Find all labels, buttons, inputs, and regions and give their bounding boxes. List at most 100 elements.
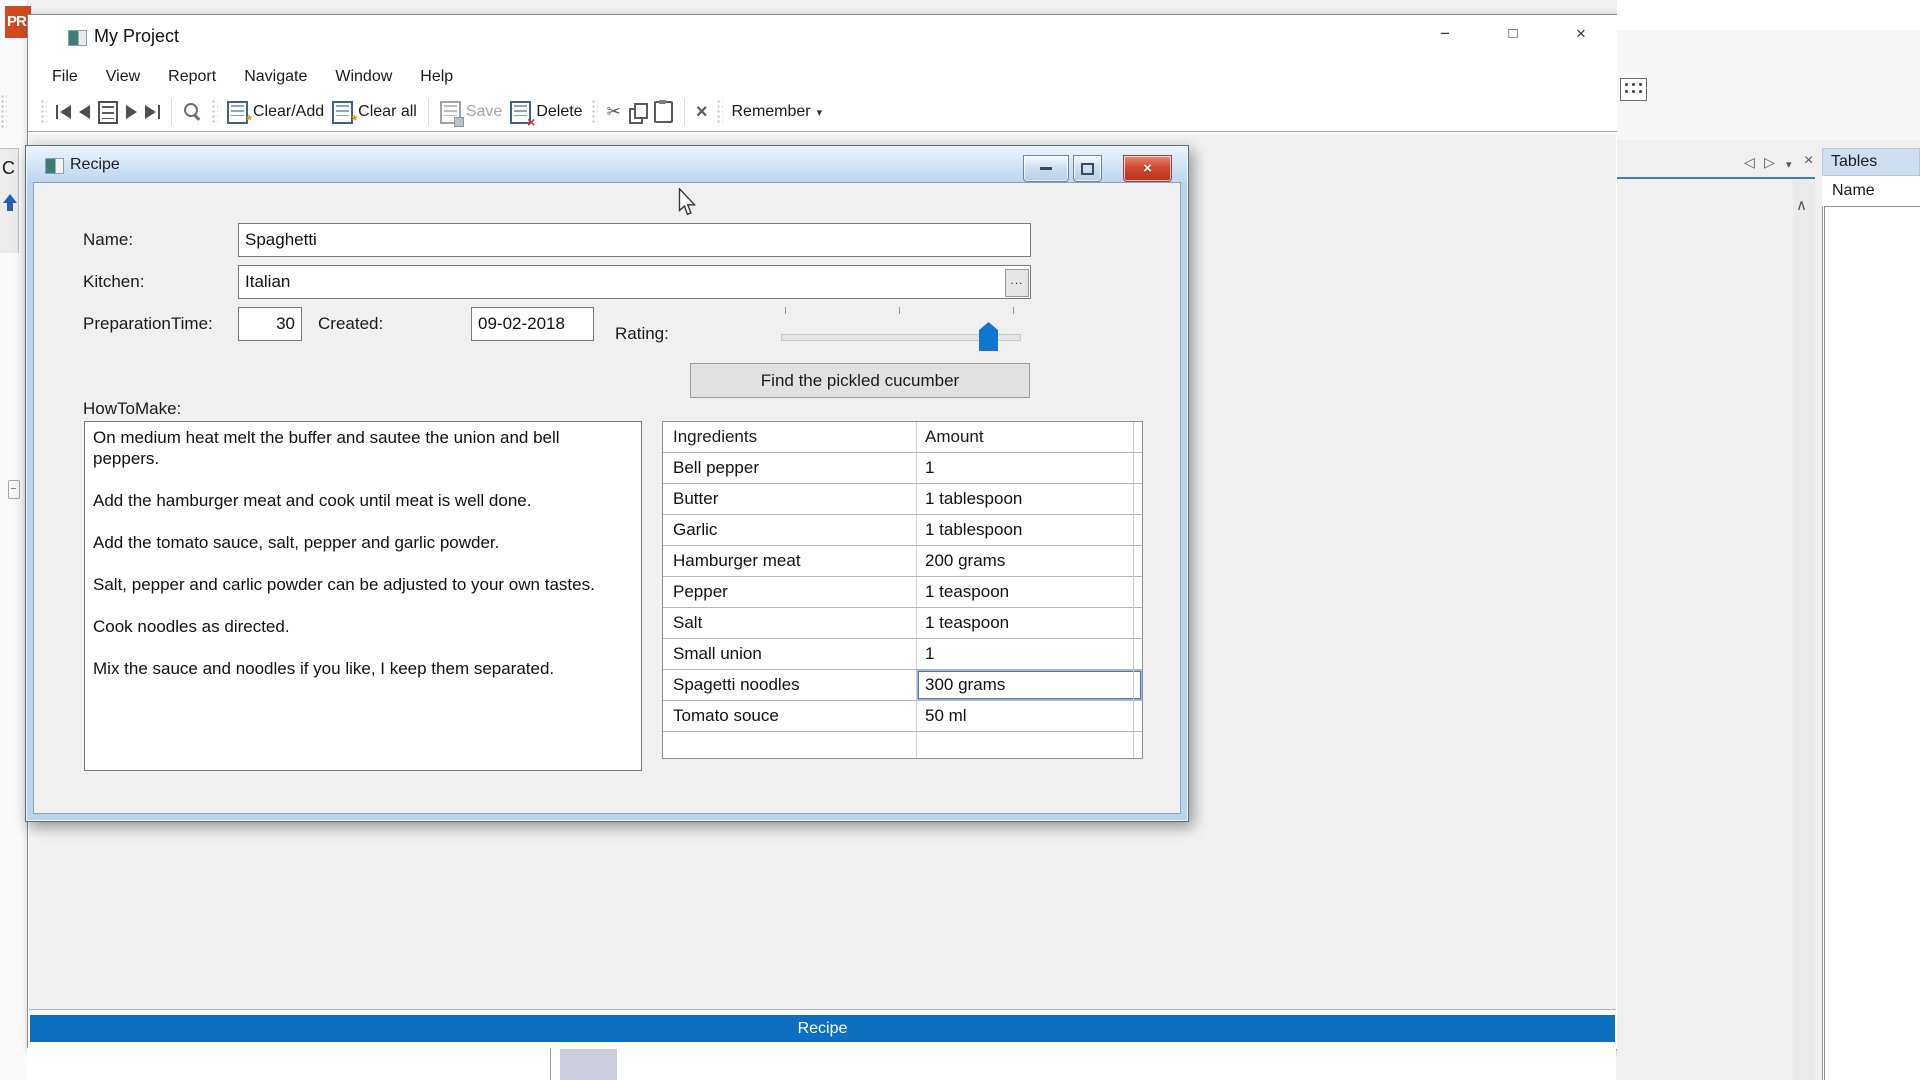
ingredient-cell[interactable]: Hamburger meat bbox=[663, 546, 917, 576]
bottom-status-bar[interactable]: Recipe bbox=[30, 1015, 1615, 1042]
recipe-maximize-button[interactable] bbox=[1073, 155, 1102, 182]
menu-help[interactable]: Help bbox=[406, 63, 467, 86]
menu-window[interactable]: Window bbox=[321, 63, 406, 86]
delete-icon: × bbox=[510, 101, 531, 124]
amount-cell[interactable]: 1 tablespoon bbox=[917, 515, 1142, 545]
ingredients-column-header[interactable]: Ingredients bbox=[663, 422, 917, 452]
ingredient-cell[interactable]: Bell pepper bbox=[663, 453, 917, 483]
minimize-button[interactable]: − bbox=[1428, 19, 1462, 49]
amount-cell[interactable]: 1 bbox=[917, 639, 1142, 669]
ingredient-row[interactable]: Spagetti noodles300 grams bbox=[663, 670, 1142, 701]
ingredients-rows: Bell pepper1Butter1 tablespoonGarlic1 ta… bbox=[663, 453, 1142, 759]
amount-cell[interactable]: 50 ml bbox=[917, 701, 1142, 731]
next-record-icon bbox=[126, 105, 137, 119]
ingredient-cell[interactable]: Pepper bbox=[663, 577, 917, 607]
tab-scroll-right-icon[interactable]: ▷ bbox=[1764, 154, 1775, 171]
tab-scroll-left-icon[interactable]: ◁ bbox=[1744, 154, 1755, 171]
ingredient-row[interactable]: Pepper1 teaspoon bbox=[663, 577, 1142, 608]
toolbar-grip[interactable] bbox=[212, 100, 218, 124]
next-record-button[interactable] bbox=[126, 97, 137, 127]
ingredient-row[interactable] bbox=[663, 732, 1142, 759]
ingredient-cell[interactable]: Butter bbox=[663, 484, 917, 514]
main-titlebar[interactable]: My Project − □ × bbox=[28, 15, 1617, 59]
close-button[interactable]: × bbox=[1564, 19, 1598, 49]
menu-file[interactable]: File bbox=[38, 63, 92, 86]
ingredient-cell[interactable]: Spagetti noodles bbox=[663, 670, 917, 700]
ingredient-row[interactable]: Butter1 tablespoon bbox=[663, 484, 1142, 515]
ingredient-cell[interactable]: Tomato souce bbox=[663, 701, 917, 731]
clear-all-button[interactable]: * Clear all bbox=[332, 97, 417, 127]
record-form-button[interactable] bbox=[98, 97, 118, 127]
menu-navigate[interactable]: Navigate bbox=[230, 63, 321, 86]
ingredient-row[interactable]: Tomato souce50 ml bbox=[663, 701, 1142, 732]
save-button[interactable]: Save bbox=[440, 97, 502, 127]
grid-table-icon[interactable] bbox=[1620, 78, 1647, 101]
ingredient-row[interactable]: Garlic1 tablespoon bbox=[663, 515, 1142, 546]
ingredient-cell[interactable]: Salt bbox=[663, 608, 917, 638]
save-icon bbox=[440, 101, 461, 124]
tab-close-icon[interactable]: × bbox=[1804, 152, 1813, 170]
toolbar: * Clear/Add * Clear all Save × Delete ✂ … bbox=[28, 93, 1617, 131]
ingredient-row[interactable]: Bell pepper1 bbox=[663, 453, 1142, 484]
tables-panel-header[interactable]: Tables bbox=[1822, 148, 1920, 176]
minimize-icon bbox=[1040, 167, 1052, 170]
ingredient-cell[interactable] bbox=[663, 732, 917, 759]
created-input[interactable]: 09-02-2018 bbox=[471, 307, 594, 341]
clear-add-button[interactable]: * Clear/Add bbox=[227, 97, 324, 127]
amount-cell[interactable]: 1 teaspoon bbox=[917, 577, 1142, 607]
recipe-titlebar[interactable]: Recipe × bbox=[27, 147, 1187, 182]
amount-cell[interactable]: 200 grams bbox=[917, 546, 1142, 576]
ingredient-cell[interactable]: Garlic bbox=[663, 515, 917, 545]
toolbar-grip[interactable] bbox=[41, 100, 47, 124]
amount-cell[interactable]: 1 tablespoon bbox=[917, 484, 1142, 514]
rating-slider-thumb[interactable] bbox=[979, 322, 998, 351]
delete-button[interactable]: × Delete bbox=[510, 97, 582, 127]
tab-list-dropdown-icon[interactable]: ▾ bbox=[1786, 158, 1792, 171]
recipe-minimize-button[interactable] bbox=[1023, 155, 1069, 182]
preparation-time-input[interactable]: 30 bbox=[238, 307, 302, 341]
amount-cell[interactable]: 1 bbox=[917, 453, 1142, 483]
last-record-button[interactable] bbox=[145, 97, 160, 127]
amount-cell[interactable]: 1 teaspoon bbox=[917, 608, 1142, 638]
ingredient-row[interactable]: Salt1 teaspoon bbox=[663, 608, 1142, 639]
toolbar-separator bbox=[428, 99, 429, 125]
search-button[interactable] bbox=[183, 97, 203, 127]
menu-report[interactable]: Report bbox=[154, 63, 230, 86]
first-record-button[interactable] bbox=[56, 97, 71, 127]
toolbar-grip[interactable] bbox=[592, 100, 598, 124]
tables-name-column-header[interactable]: Name bbox=[1822, 176, 1920, 206]
copy-button[interactable] bbox=[629, 97, 646, 127]
ingredient-row[interactable]: Small union1 bbox=[663, 639, 1142, 670]
maximize-button[interactable]: □ bbox=[1496, 19, 1530, 49]
tables-list[interactable] bbox=[1824, 206, 1920, 1080]
amount-cell[interactable]: 300 grams bbox=[917, 670, 1142, 700]
paste-button[interactable] bbox=[654, 97, 673, 127]
search-icon bbox=[183, 102, 203, 122]
scrollbar-up-icon[interactable]: ∧ bbox=[1796, 196, 1807, 214]
ingredient-cell[interactable]: Small union bbox=[663, 639, 917, 669]
ingredient-row[interactable]: Hamburger meat200 grams bbox=[663, 546, 1142, 577]
maximize-icon bbox=[1081, 163, 1094, 175]
screen: PR C My Project − □ × FileViewReportNavi… bbox=[0, 0, 1920, 1080]
right-scrollbar[interactable] bbox=[1793, 179, 1815, 1080]
kitchen-input[interactable]: Italian bbox=[238, 265, 1031, 299]
cut-button[interactable]: ✂ bbox=[607, 97, 621, 127]
recipe-close-button[interactable]: × bbox=[1123, 155, 1172, 182]
kitchen-label: Kitchen: bbox=[83, 272, 144, 292]
kitchen-browse-button[interactable]: ... bbox=[1005, 269, 1029, 297]
amount-column-header[interactable]: Amount bbox=[917, 422, 1142, 452]
menu-view[interactable]: View bbox=[92, 63, 154, 86]
toolbar-grip[interactable] bbox=[717, 100, 723, 124]
menu-bar: FileViewReportNavigateWindowHelp bbox=[28, 63, 1617, 93]
howtomake-paragraph: Add the tomato sauce, salt, pepper and g… bbox=[93, 532, 607, 553]
ingredients-table[interactable]: Ingredients Amount Bell pepper1Butter1 t… bbox=[662, 421, 1143, 759]
name-input[interactable]: Spaghetti bbox=[238, 223, 1031, 257]
slider-tick bbox=[785, 307, 786, 314]
howtomake-textarea[interactable]: On medium heat melt the buffer and saute… bbox=[84, 421, 642, 771]
cancel-button[interactable]: × bbox=[696, 97, 708, 127]
remember-dropdown-button[interactable]: Remember ▾ bbox=[732, 97, 823, 127]
amount-cell[interactable] bbox=[917, 732, 1142, 759]
find-pickled-cucumber-button[interactable]: Find the pickled cucumber bbox=[690, 363, 1030, 398]
copy-icon bbox=[629, 103, 646, 122]
previous-record-button[interactable] bbox=[79, 97, 90, 127]
